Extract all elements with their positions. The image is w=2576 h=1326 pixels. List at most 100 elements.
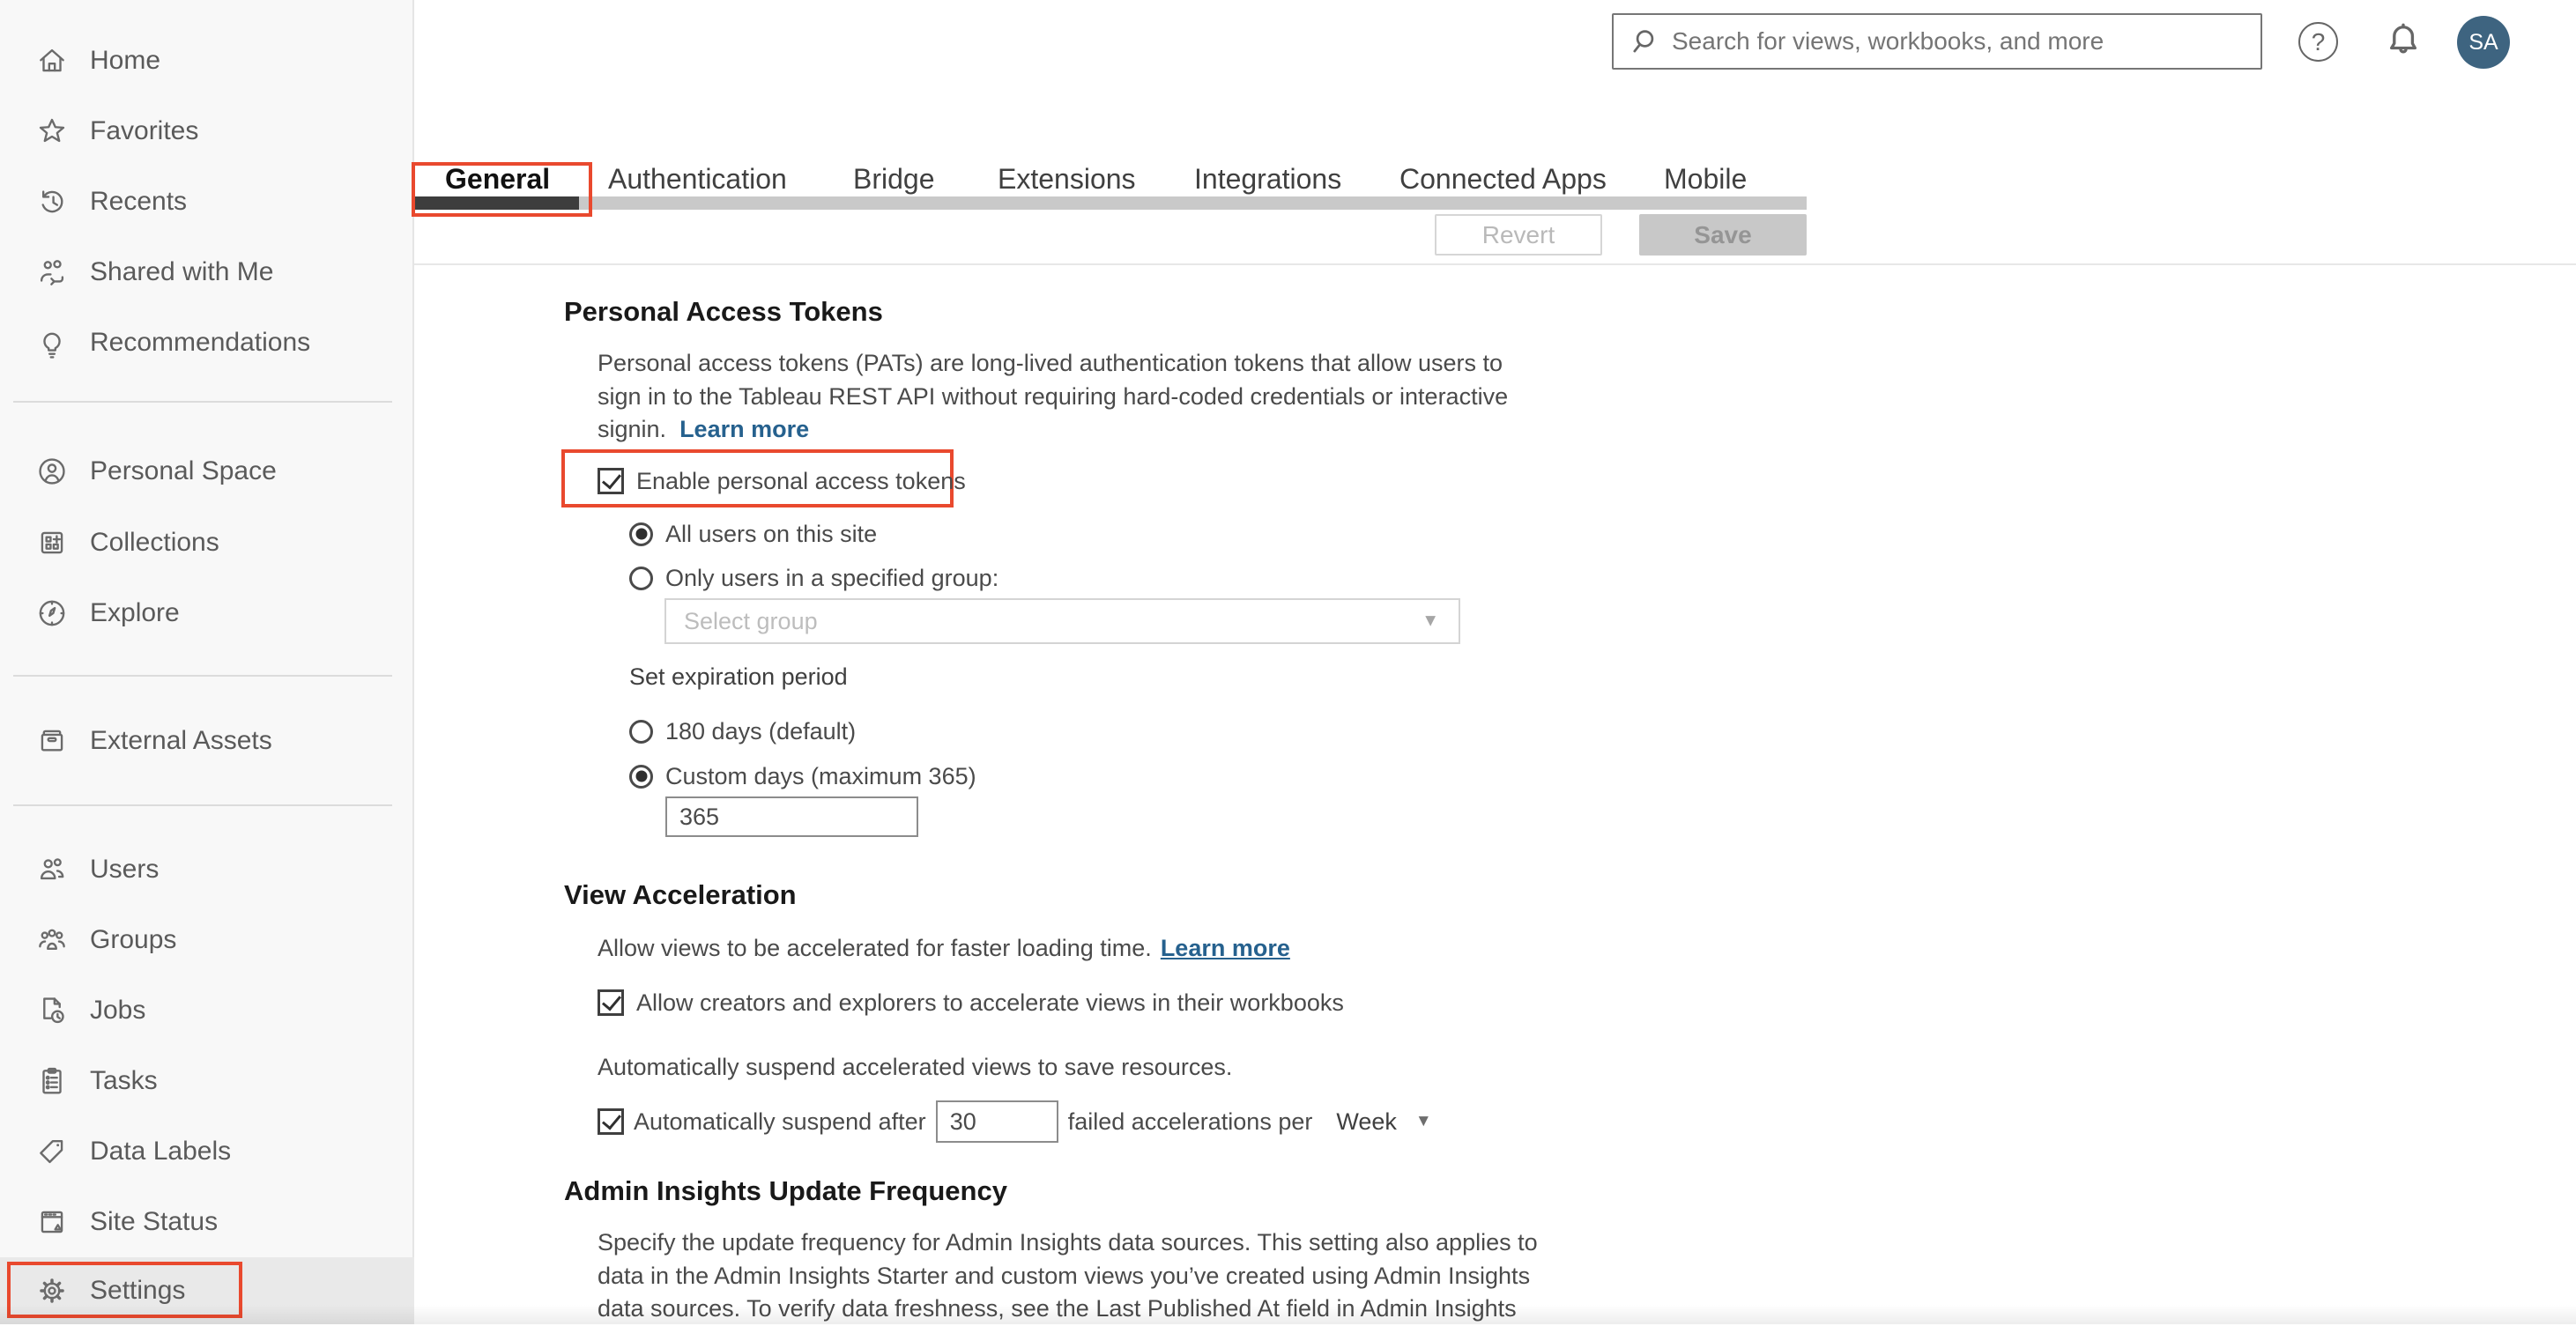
enable-pat-label: Enable personal access tokens bbox=[636, 467, 966, 494]
sidebar-item-groups[interactable]: Groups bbox=[0, 905, 414, 975]
tab-label: Authentication bbox=[608, 162, 787, 195]
period-select[interactable]: Week bbox=[1336, 1108, 1397, 1136]
tab-label: Extensions bbox=[998, 162, 1136, 195]
specified-group-radio[interactable] bbox=[629, 566, 653, 590]
allow-accelerate-checkbox[interactable] bbox=[598, 989, 624, 1016]
enable-pat-checkbox[interactable] bbox=[598, 468, 624, 494]
all-users-label: All users on this site bbox=[665, 520, 878, 547]
pat-learn-more-link[interactable]: Learn more bbox=[679, 416, 809, 442]
allow-accelerate-label: Allow creators and explorers to accelera… bbox=[636, 989, 1344, 1016]
sidebar-item-favorites[interactable]: Favorites bbox=[0, 96, 414, 167]
suspend-desc: Automatically suspend accelerated views … bbox=[598, 1053, 1233, 1080]
sidebar-item-site-status[interactable]: Site Status bbox=[0, 1187, 414, 1257]
tag-icon bbox=[35, 1135, 69, 1168]
tab-mobile[interactable]: Mobile bbox=[1664, 160, 1747, 197]
sidebar-item-label: Favorites bbox=[90, 116, 199, 145]
admin-insights-description: Specify the update frequency for Admin I… bbox=[598, 1226, 1538, 1326]
view-acceleration-desc-row: Allow views to be accelerated for faster… bbox=[598, 933, 1290, 963]
tab-label: Mobile bbox=[1664, 162, 1748, 195]
tab-authentication[interactable]: Authentication bbox=[608, 160, 787, 197]
sidebar-item-label: Tasks bbox=[90, 1066, 158, 1095]
view-acceleration-learn-more-link[interactable]: Learn more bbox=[1161, 935, 1290, 962]
admin-insights-line: Specify the update frequency for Admin I… bbox=[598, 1229, 1538, 1256]
sidebar-item-shared-with-me[interactable]: Shared with Me bbox=[0, 237, 414, 307]
sidebar-divider bbox=[13, 401, 392, 403]
search-icon bbox=[1628, 26, 1659, 57]
archive-icon bbox=[35, 724, 69, 758]
toolbar-divider bbox=[414, 263, 2576, 265]
sidebar-item-explore[interactable]: Explore bbox=[0, 578, 414, 648]
sidebar-item-personal-space[interactable]: Personal Space bbox=[0, 436, 414, 507]
sidebar-item-label: Collections bbox=[90, 528, 219, 557]
enable-pat-row: Enable personal access tokens bbox=[598, 466, 966, 496]
chevron-down-icon[interactable]: ▼ bbox=[1415, 1112, 1432, 1131]
suspend-prefix-label: Automatically suspend after bbox=[634, 1107, 926, 1135]
sidebar-item-label: Data Labels bbox=[90, 1137, 232, 1166]
sidebar-item-label: Explore bbox=[90, 598, 180, 627]
days-180-row: 180 days (default) bbox=[629, 716, 856, 746]
sidebar-item-settings[interactable]: Settings bbox=[0, 1257, 414, 1324]
search-input[interactable] bbox=[1612, 13, 2262, 70]
sidebar-item-jobs[interactable]: Jobs bbox=[0, 975, 414, 1046]
sidebar-divider bbox=[13, 804, 392, 806]
custom-days-radio[interactable] bbox=[629, 764, 653, 789]
sidebar-item-tasks[interactable]: Tasks bbox=[0, 1046, 414, 1116]
pat-description-line: Personal access tokens (PATs) are long-l… bbox=[598, 350, 1503, 376]
site-status-icon bbox=[35, 1205, 69, 1239]
gear-icon bbox=[35, 1274, 69, 1307]
tab-extensions[interactable]: Extensions bbox=[998, 160, 1136, 197]
sidebar-item-label: Home bbox=[90, 46, 161, 75]
notifications-bell-icon[interactable] bbox=[2381, 19, 2425, 63]
search-bar bbox=[1612, 13, 2262, 70]
all-users-radio[interactable] bbox=[629, 522, 653, 546]
help-glyph: ? bbox=[2311, 27, 2326, 56]
tab-integrations[interactable]: Integrations bbox=[1194, 160, 1341, 197]
sidebar-item-recents[interactable]: Recents bbox=[0, 167, 414, 237]
suspend-checkbox[interactable] bbox=[598, 1108, 624, 1135]
pat-description-text: signin. bbox=[598, 416, 667, 442]
sidebar-item-collections[interactable]: Collections bbox=[0, 507, 414, 578]
sidebar-item-label: Jobs bbox=[90, 996, 146, 1025]
tab-underline-track bbox=[414, 196, 1807, 210]
sidebar-item-label: External Assets bbox=[90, 726, 272, 755]
lightbulb-icon bbox=[35, 326, 69, 359]
history-icon bbox=[35, 185, 69, 219]
pat-heading: Personal Access Tokens bbox=[564, 296, 883, 327]
custom-days-input[interactable] bbox=[665, 796, 918, 837]
tab-underline-active bbox=[414, 196, 579, 210]
help-icon[interactable]: ? bbox=[2298, 22, 2338, 62]
sidebar-item-external-assets[interactable]: External Assets bbox=[0, 706, 414, 776]
tab-general[interactable]: General bbox=[445, 160, 550, 197]
sidebar-item-data-labels[interactable]: Data Labels bbox=[0, 1116, 414, 1187]
tab-connected-apps[interactable]: Connected Apps bbox=[1399, 160, 1607, 197]
group-select[interactable]: Select group ▼ bbox=[664, 598, 1460, 644]
sidebar-item-users[interactable]: Users bbox=[0, 834, 414, 905]
sidebar-item-label: Recommendations bbox=[90, 328, 311, 357]
sidebar-item-label: Personal Space bbox=[90, 456, 277, 485]
sidebar-item-label: Recents bbox=[90, 187, 188, 216]
tab-bridge[interactable]: Bridge bbox=[853, 160, 935, 197]
sidebar-item-label: Groups bbox=[90, 925, 177, 954]
sidebar: Home Favorites Recents Shared with Me Re… bbox=[0, 0, 414, 1324]
save-label: Save bbox=[1694, 220, 1752, 248]
chevron-down-icon: ▼ bbox=[1422, 611, 1439, 631]
star-icon bbox=[35, 115, 69, 148]
home-icon bbox=[35, 44, 69, 78]
days-180-label: 180 days (default) bbox=[665, 717, 857, 744]
sidebar-item-recommendations[interactable]: Recommendations bbox=[0, 307, 414, 378]
suspend-count-input[interactable] bbox=[935, 1100, 1058, 1143]
revert-button[interactable]: Revert bbox=[1435, 214, 1602, 256]
custom-days-row: Custom days (maximum 365) bbox=[629, 761, 976, 791]
users-icon bbox=[35, 853, 69, 886]
save-button[interactable]: Save bbox=[1639, 214, 1807, 256]
person-circle-icon bbox=[35, 455, 69, 488]
collections-icon bbox=[35, 526, 69, 559]
days-180-radio[interactable] bbox=[629, 719, 653, 744]
specified-group-row: Only users in a specified group: bbox=[629, 563, 998, 593]
sidebar-item-home[interactable]: Home bbox=[0, 26, 414, 96]
tab-label: General bbox=[445, 162, 551, 195]
avatar[interactable]: SA bbox=[2457, 16, 2510, 69]
admin-insights-heading: Admin Insights Update Frequency bbox=[564, 1175, 1007, 1206]
admin-insights-line: data sources. To verify data freshness, … bbox=[598, 1295, 1517, 1322]
tab-label: Integrations bbox=[1194, 162, 1342, 195]
